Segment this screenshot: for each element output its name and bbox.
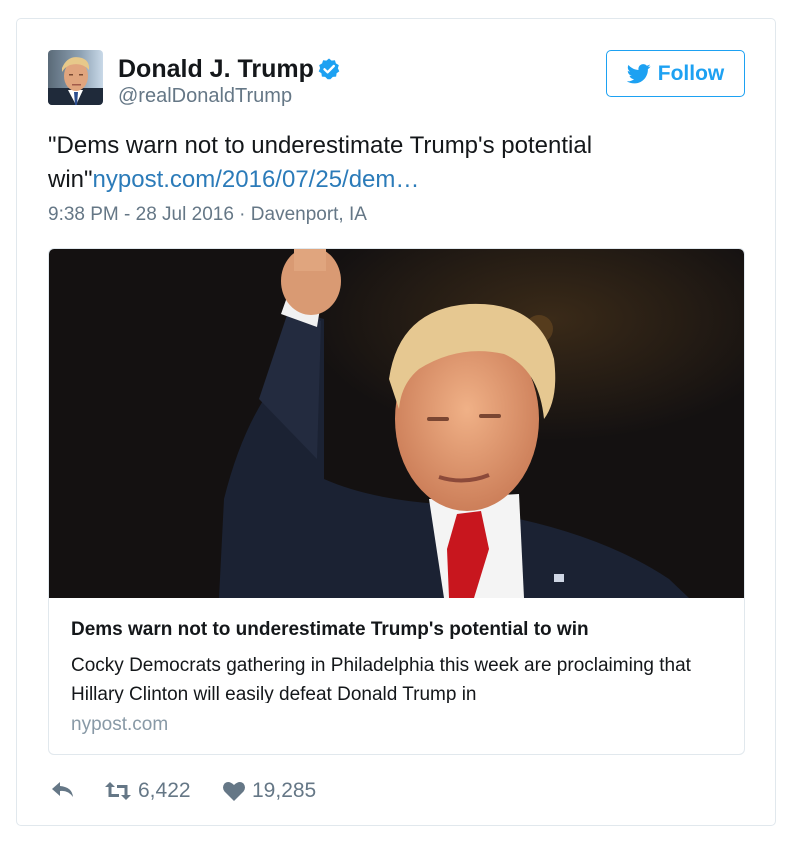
reply-icon [52, 782, 73, 797]
retweet-count: 6,422 [138, 779, 191, 802]
reply-button[interactable] [50, 779, 76, 801]
author-handle[interactable]: @realDonaldTrump [118, 85, 292, 108]
retweet-button[interactable]: 6,422 [104, 779, 191, 803]
author-name[interactable]: Donald J. Trump [118, 55, 314, 84]
verified-badge-icon [318, 58, 340, 80]
tweet-timestamp-location[interactable]: 9:38 PM - 28 Jul 2016 · Davenport, IA [48, 204, 367, 226]
tweet-text: "Dems warn not to underestimate Trump's … [48, 129, 748, 197]
follow-button-label: Follow [657, 61, 725, 85]
avatar[interactable] [48, 50, 103, 105]
like-count: 19,285 [252, 779, 317, 802]
tweet-card: Donald J. Trump @realDonaldTrump Follow … [16, 18, 776, 826]
avatar-image [48, 50, 103, 105]
card-description: Cocky Democrats gathering in Philadelphi… [71, 655, 691, 703]
card-domain: nypost.com [71, 714, 169, 735]
like-button[interactable]: 19,285 [222, 779, 316, 803]
link-preview-card[interactable]: Dems warn not to underestimate Trump's p… [48, 248, 745, 755]
tweet-link[interactable]: nypost.com/2016/07/25/dem… [93, 166, 420, 193]
card-image [49, 249, 744, 598]
follow-button[interactable]: Follow [606, 50, 745, 97]
twitter-bird-icon [626, 63, 651, 83]
retweet-icon [105, 782, 131, 800]
heart-icon [223, 782, 245, 801]
card-title: Dems warn not to underestimate Trump's p… [71, 619, 589, 640]
